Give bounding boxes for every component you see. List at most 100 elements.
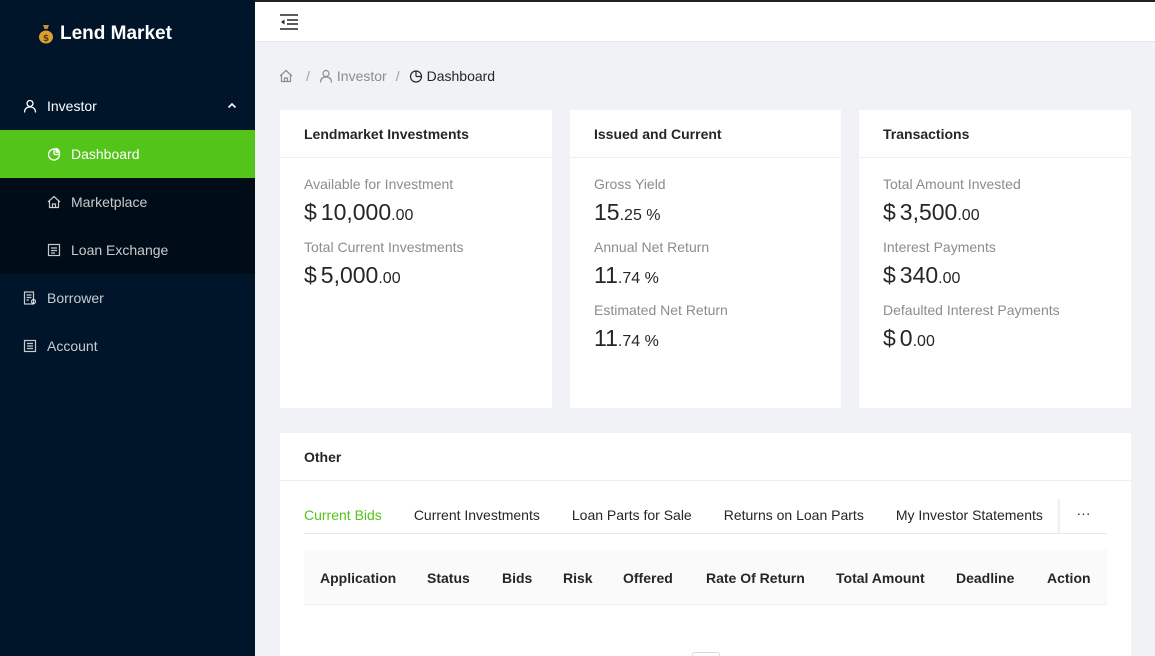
stat-fraction: .74 % — [617, 270, 659, 287]
stat-label: Defaulted Interest Payments — [883, 302, 1060, 318]
stat-value: $10,000.00 — [304, 193, 528, 239]
app-logo[interactable]: $ Lend Market — [0, 0, 255, 68]
sidebar-item-dashboard[interactable]: Dashboard — [0, 130, 255, 178]
stat-label: Gross Yield — [594, 176, 666, 192]
currency-symbol: $ — [883, 262, 896, 288]
pie-chart-icon — [409, 70, 422, 83]
stat-label: Estimated Net Return — [594, 302, 728, 318]
sidebar-menu: Investor Dashboard Marketplace Loan Exch… — [0, 82, 255, 370]
stat-main: 11 — [594, 325, 618, 351]
stat-label: Total Current Investments — [304, 239, 464, 255]
sidebar-item-label: Marketplace — [71, 194, 148, 210]
stat-fraction: .00 — [957, 207, 980, 224]
list-icon — [47, 243, 61, 257]
breadcrumb: / Investor / Dashboard — [279, 68, 495, 84]
pie-chart-icon — [47, 147, 61, 161]
tab-list: Current Bids Current Investments Loan Pa… — [304, 495, 1060, 533]
user-icon — [319, 69, 332, 83]
issued-current-card: Issued and Current Gross Yield 15.25 % A… — [570, 110, 841, 408]
column-header-bids: Bids — [502, 570, 533, 586]
breadcrumb-label: Investor — [336, 68, 387, 84]
card-title: Other — [280, 433, 1131, 481]
transactions-card: Transactions Total Amount Invested $3,50… — [859, 110, 1131, 408]
stat-label: Available for Investment — [304, 176, 454, 192]
currency-symbol: $ — [304, 262, 317, 288]
stat-value: 11.74 % — [594, 319, 817, 365]
table-header: Application Status Bids Risk Offered Rat… — [304, 550, 1107, 605]
sidebar-item-label: Account — [47, 338, 98, 354]
empty-state-icon — [692, 652, 720, 656]
column-header-deadline: Deadline — [956, 570, 1015, 586]
currency-symbol: $ — [883, 325, 896, 351]
breadcrumb-investor[interactable]: Investor — [319, 68, 387, 84]
column-header-offered: Offered — [623, 570, 673, 586]
sidebar-item-marketplace[interactable]: Marketplace — [0, 178, 255, 226]
stat-main: 340 — [899, 262, 939, 288]
stat-label: Total Amount Invested — [883, 176, 1021, 192]
stat-value: $5,000.00 — [304, 256, 528, 302]
stat-fraction: .00 — [938, 270, 961, 287]
app-name: Lend Market — [60, 23, 172, 44]
stat-main: 11 — [594, 262, 618, 288]
breadcrumb-dashboard: Dashboard — [409, 68, 496, 84]
card-title: Transactions — [859, 110, 1131, 158]
column-header-risk: Risk — [563, 570, 593, 586]
stat-main: 15 — [594, 199, 620, 225]
more-tabs-icon[interactable]: ··· — [1060, 495, 1107, 533]
investor-submenu: Dashboard Marketplace Loan Exchange — [0, 130, 255, 274]
stat-fraction: .25 % — [619, 207, 661, 224]
tab-current-investments[interactable]: Current Investments — [414, 495, 540, 533]
sidebar: $ Lend Market Investor Dashboard Marketp… — [0, 0, 255, 656]
home-icon — [279, 69, 293, 83]
stat-fraction: .74 % — [617, 333, 659, 350]
audit-icon — [23, 291, 37, 305]
stat-value: $3,500.00 — [883, 193, 1107, 239]
stat-fraction: .00 — [378, 270, 401, 287]
currency-symbol: $ — [883, 199, 896, 225]
menu-fold-icon[interactable] — [279, 13, 299, 31]
user-icon — [23, 99, 37, 113]
tab-current-bids[interactable]: Current Bids — [304, 495, 382, 533]
stat-value: 11.74 % — [594, 256, 817, 302]
card-title: Issued and Current — [570, 110, 841, 158]
investments-card: Lendmarket Investments Available for Inv… — [280, 110, 552, 408]
column-header-application: Application — [320, 570, 397, 586]
stat-main: 5,000 — [320, 262, 379, 288]
stat-fraction: .00 — [912, 333, 935, 350]
sidebar-item-label: Dashboard — [71, 146, 140, 162]
stat-value: $0.00 — [883, 319, 1107, 365]
breadcrumb-separator: / — [395, 68, 400, 84]
sidebar-item-borrower[interactable]: Borrower — [0, 274, 255, 322]
sidebar-item-loan-exchange[interactable]: Loan Exchange — [0, 226, 255, 274]
breadcrumb-separator: / — [306, 68, 310, 84]
money-bag-icon: $ — [38, 24, 54, 44]
column-header-action: Action — [1047, 570, 1091, 586]
column-header-status: Status — [427, 570, 470, 586]
sidebar-item-label: Borrower — [47, 290, 104, 306]
sidebar-item-account[interactable]: Account — [0, 322, 255, 370]
top-header — [255, 0, 1155, 42]
stat-value: $340.00 — [883, 256, 1107, 302]
tab-bar: Current Bids Current Investments Loan Pa… — [304, 495, 1107, 534]
svg-text:$: $ — [43, 34, 49, 44]
breadcrumb-label: Dashboard — [426, 68, 496, 84]
sidebar-item-investor[interactable]: Investor — [0, 82, 255, 130]
stat-main: 0 — [899, 325, 913, 351]
card-title: Lendmarket Investments — [280, 110, 552, 158]
stat-main: 10,000 — [320, 199, 392, 225]
sidebar-item-label: Investor — [47, 98, 97, 114]
breadcrumb-home[interactable] — [279, 69, 297, 83]
column-header-total-amount: Total Amount — [836, 570, 925, 586]
currency-symbol: $ — [304, 199, 317, 225]
home-icon — [47, 195, 61, 209]
chevron-up-icon — [227, 102, 237, 109]
column-header-rate-of-return: Rate Of Return — [706, 570, 805, 586]
stat-fraction: .00 — [391, 207, 414, 224]
stat-value: 15.25 % — [594, 193, 817, 239]
tab-my-investor-statements[interactable]: My Investor Statements — [896, 495, 1043, 533]
stat-main: 3,500 — [899, 199, 958, 225]
tab-loan-parts-for-sale[interactable]: Loan Parts for Sale — [572, 495, 692, 533]
tab-returns-on-loan-parts[interactable]: Returns on Loan Parts — [724, 495, 864, 533]
other-card: Other Current Bids Current Investments L… — [280, 433, 1131, 656]
stat-label: Annual Net Return — [594, 239, 710, 255]
